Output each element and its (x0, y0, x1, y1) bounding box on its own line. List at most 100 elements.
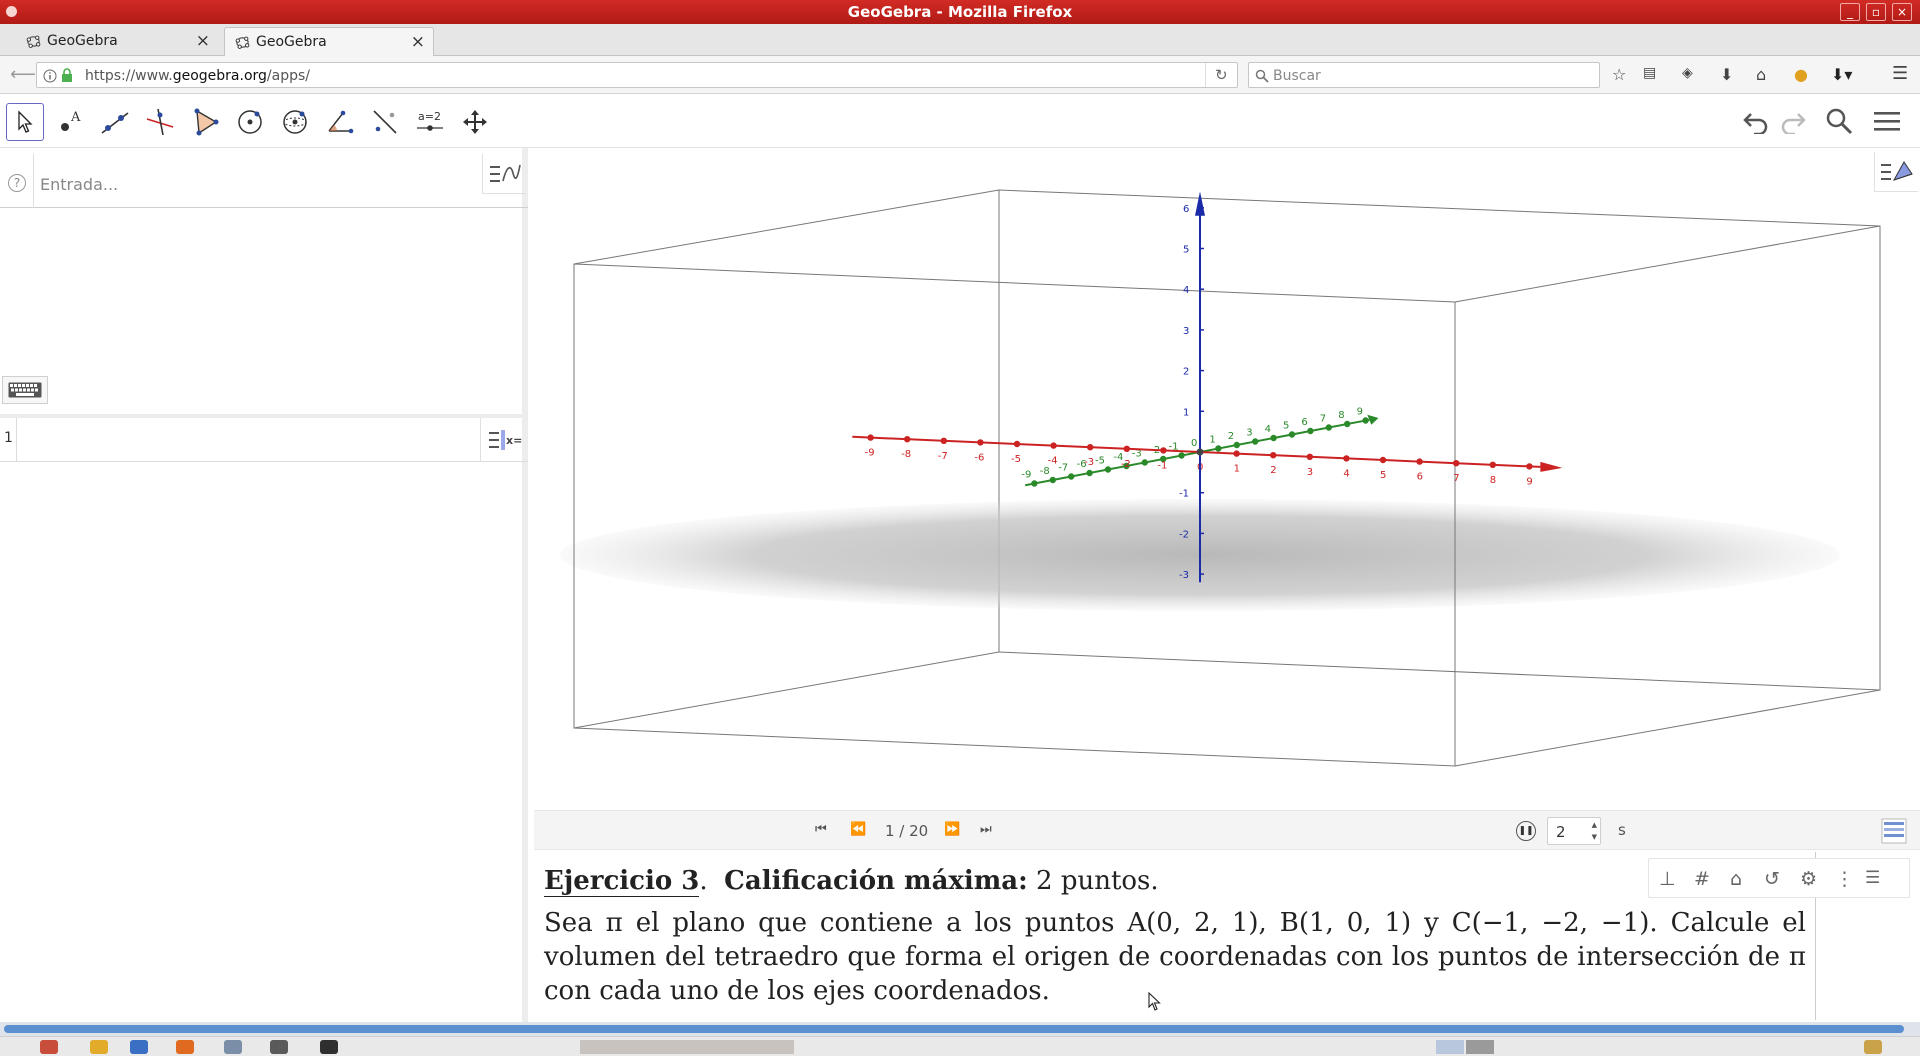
url-text: https://www.geogebra.org/apps/ (85, 68, 310, 84)
browser-tab-2[interactable]: GeoGebra × (224, 27, 434, 56)
standard-view-icon[interactable]: ⌂ (1730, 868, 1742, 890)
graphics-3d-canvas[interactable]: -9-8-7-6-5-4-3-2-10123456789-9-8-7-6-5-4… (534, 148, 1920, 810)
search-bar[interactable]: Buscar (1248, 62, 1600, 88)
sphere-tool-button[interactable] (276, 103, 314, 141)
info-icon[interactable] (43, 69, 57, 83)
last-slide-button[interactable]: ⏭ (980, 822, 992, 837)
max-score-label: Calificación máxima: (724, 866, 1028, 896)
perpendicular-line-icon (146, 108, 174, 136)
z-axis-tick-label: 5 (1183, 245, 1189, 256)
taskbar-app-icon[interactable] (270, 1040, 288, 1054)
grid-toggle-icon[interactable]: # (1694, 868, 1710, 890)
table-toggle-icon[interactable] (1881, 818, 1907, 844)
workspace-switcher[interactable] (1466, 1040, 1494, 1054)
slider-tool-button[interactable]: a=2 (411, 103, 449, 141)
close-tab-icon[interactable]: × (411, 32, 425, 52)
help-icon[interactable]: ? (8, 174, 26, 192)
move-tool-button[interactable] (6, 103, 44, 141)
close-window-button[interactable]: × (1892, 3, 1912, 21)
workspace-switcher[interactable] (1436, 1040, 1464, 1054)
horizontal-scrollbar[interactable] (0, 1022, 1920, 1036)
pause-icon: ❚❚ (1518, 826, 1534, 836)
graphics-3d-view[interactable]: -9-8-7-6-5-4-3-2-10123456789-9-8-7-6-5-4… (534, 148, 1920, 810)
cas-style-icon: x= (488, 430, 522, 450)
reload-icon[interactable]: ↻ (1215, 66, 1228, 84)
settings-gear-icon[interactable]: ⚙ (1800, 868, 1817, 890)
x-axis-tick (1050, 442, 1057, 449)
tab-label: GeoGebra (47, 33, 118, 49)
main-menu-button[interactable] (1872, 106, 1902, 136)
virtual-keyboard-button[interactable] (2, 376, 48, 404)
x-axis-tick (1233, 450, 1240, 457)
point-tool-button[interactable]: A (51, 103, 89, 141)
algebra-stylebar-toggle[interactable] (482, 154, 526, 194)
next-slide-button[interactable]: ⏩ (944, 822, 960, 837)
x-axis-tick (1270, 452, 1277, 459)
x-axis-tick (1489, 461, 1496, 468)
bounding-box-front (573, 189, 1881, 767)
taskbar-window-button[interactable] (580, 1040, 794, 1054)
back-icon[interactable]: ⟵ (10, 64, 36, 85)
tray-icon[interactable] (1864, 1040, 1882, 1054)
url-bar[interactable]: https://www.geogebra.org/apps/ ↻ (36, 62, 1238, 88)
speed-unit: s (1618, 821, 1626, 839)
taskbar-app-icon[interactable] (90, 1040, 108, 1054)
x-axis-tick (1453, 460, 1460, 467)
browser-tab-1[interactable]: GeoGebra × (2, 27, 218, 56)
speed-spinner[interactable]: 2 ▲ ▼ (1547, 817, 1601, 845)
downloads-icon[interactable]: ⬇ (1720, 65, 1733, 84)
tab-label: GeoGebra (256, 34, 327, 50)
extension-icon[interactable]: ● (1794, 65, 1808, 84)
firefox-menu-icon[interactable]: ☰ (1892, 63, 1908, 84)
cas-row[interactable]: 1 x= (0, 418, 528, 462)
y-axis-tick-label: -5 (1095, 456, 1105, 467)
search-icon (1255, 69, 1269, 83)
perpendicular-line-tool-button[interactable] (141, 103, 179, 141)
y-axis-tick-label: 9 (1357, 407, 1363, 418)
close-tab-icon[interactable]: × (196, 31, 210, 51)
line-tool-button[interactable] (96, 103, 134, 141)
x-axis-tick-label: 5 (1380, 470, 1386, 481)
algebra-input[interactable]: Entrada... (40, 175, 118, 194)
taskbar-app-icon[interactable] (176, 1040, 194, 1054)
angle-tool-button[interactable] (321, 103, 359, 141)
point-icon: A (61, 110, 81, 131)
cas-stylebar-toggle[interactable]: x= (480, 418, 528, 462)
download-helper-icon[interactable]: ⬇▾ (1831, 65, 1852, 84)
pause-button[interactable]: ❚❚ (1516, 821, 1536, 841)
spinner-up-icon[interactable]: ▲ (1592, 821, 1597, 829)
y-axis-tick (1252, 438, 1259, 445)
spinner-down-icon[interactable]: ▼ (1592, 833, 1597, 841)
stylebar-close-icon[interactable]: ☰ (1865, 868, 1880, 888)
bookmark-star-icon[interactable]: ☆ (1612, 65, 1626, 84)
first-slide-button[interactable]: ⏮ (815, 822, 827, 837)
move-graphics-view-tool-button[interactable] (456, 103, 494, 141)
speed-value[interactable]: 2 (1556, 823, 1566, 841)
graphics-stylebar-toggle[interactable] (1874, 152, 1918, 192)
geogebra-favicon-icon (235, 36, 250, 49)
undo-button[interactable] (1741, 106, 1771, 136)
home-icon[interactable]: ⌂ (1756, 65, 1766, 84)
search-button[interactable] (1824, 106, 1854, 136)
more-options-icon[interactable]: ⋮ (1835, 868, 1854, 890)
z-axis-tick-label: 6 (1183, 204, 1189, 215)
taskbar-app-icon[interactable] (320, 1040, 338, 1054)
taskbar-app-icon[interactable] (224, 1040, 242, 1054)
reading-list-icon[interactable]: ▤ (1643, 65, 1656, 81)
previous-slide-button[interactable]: ⏪ (850, 822, 866, 837)
axes-toggle-icon[interactable]: ⊥ (1659, 868, 1676, 890)
redo-button[interactable] (1778, 106, 1808, 136)
polygon-tool-button[interactable] (186, 103, 224, 141)
circle-tool-button[interactable] (231, 103, 269, 141)
circle-icon (238, 110, 262, 134)
taskbar-app-icon[interactable] (130, 1040, 148, 1054)
scrollbar-thumb[interactable] (4, 1025, 1904, 1033)
x-axis-tick-label: -8 (901, 449, 911, 460)
minimize-button[interactable]: _ (1840, 3, 1860, 21)
taskbar-app-icon[interactable] (40, 1040, 58, 1054)
maximize-button[interactable]: ▫ (1866, 3, 1886, 21)
algebra-input-row[interactable]: ? Entrada... (0, 154, 528, 208)
reflect-tool-button[interactable] (366, 103, 404, 141)
rotate-view-icon[interactable]: ↺ (1764, 868, 1780, 890)
pocket-icon[interactable]: ◈ (1682, 65, 1693, 81)
